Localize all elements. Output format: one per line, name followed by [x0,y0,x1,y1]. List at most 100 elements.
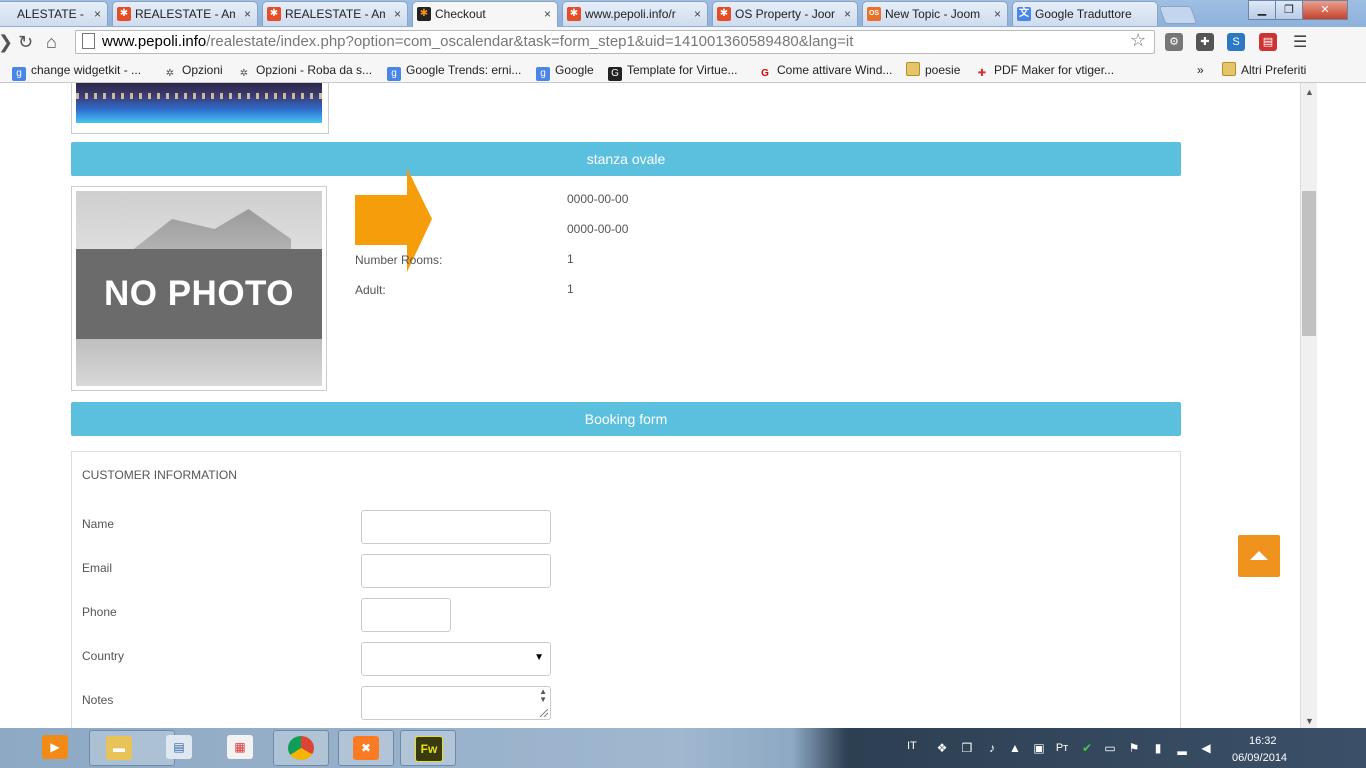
no-photo-text: NO PHOTO [76,249,322,339]
page-viewport: stanza ovale NO PHOTO 0000-00-00 0000-00… [0,83,1300,728]
tab-7[interactable]: OS New Topic - Joom × [862,1,1008,26]
chrome-icon [288,736,314,760]
control-panel-button[interactable]: ▤ [152,730,208,766]
scroll-down-icon[interactable]: ▼ [1305,716,1314,726]
apps-button[interactable]: ▦ [213,730,269,766]
customer-information-heading: CUSTOMER INFORMATION [82,468,237,482]
tab-6[interactable]: ✱ OS Property - Joor × [712,1,858,26]
no-photo-image: NO PHOTO [76,191,322,386]
forward-icon[interactable]: ❯ [0,32,13,52]
window-close-icon[interactable]: ✕ [1302,0,1348,20]
tab-label: ALESTATE - Am [17,7,85,21]
dropbox-icon[interactable]: ❒ [960,741,974,755]
apps-icon: ▦ [227,735,253,759]
tab-2[interactable]: ✱ REALESTATE - Am × [112,1,258,26]
pt-icon[interactable]: Pт [1055,741,1069,755]
scroll-thumb[interactable] [1302,191,1316,336]
country-select[interactable]: ▼ [361,642,551,676]
s-extension-icon[interactable]: S [1227,33,1245,51]
page-scrollbar[interactable]: ▲ ▼ [1300,83,1318,728]
bookmark-item[interactable]: poesie [906,62,960,78]
extension-icon[interactable]: ⚙ [1165,33,1183,51]
browser-toolbar: ❯ ↻ ⌂ www.pepoli.info/realestate/index.p… [0,27,1366,58]
phone-input[interactable] [361,598,451,632]
bookmark-item[interactable]: g Google [536,62,594,81]
notes-textarea[interactable]: ▲ ▼ [361,686,551,720]
g-icon: G [608,67,622,81]
clock-date[interactable]: 06/09/2014 [1232,752,1287,764]
close-icon[interactable]: × [994,2,1001,26]
url-path: /realestate/index.php?option=com_oscalen… [206,33,854,50]
bookmark-item[interactable]: ✲ Opzioni [163,62,223,81]
restore-icon[interactable]: ❐ [1275,0,1303,20]
back-to-top-button[interactable] [1238,535,1280,577]
tab-label: OS Property - Joor [735,7,835,21]
menu-icon[interactable]: ☰ [1293,32,1307,52]
other-bookmarks[interactable]: Altri Preferiti [1222,62,1306,78]
bell-icon[interactable]: ♪ [985,741,999,755]
reload-icon[interactable]: ↻ [18,32,33,52]
tab-label: Google Traduttore [1035,7,1132,21]
volume-icon[interactable]: ◀ [1199,741,1213,755]
monitor-icon[interactable]: ▭ [1103,741,1117,755]
booking-form-bar: Booking form [71,402,1181,436]
address-bar[interactable]: www.pepoli.info/realestate/index.php?opt… [75,30,1155,54]
puzzle-icon[interactable]: ✚ [1196,33,1214,51]
tab-label: REALESTATE - Am [285,7,385,21]
network-share-icon[interactable]: ▣ [1032,741,1046,755]
clock-time[interactable]: 16:32 [1249,735,1277,747]
fireworks-button[interactable]: Fw [400,730,456,766]
minimize-icon[interactable]: ▁ [1248,0,1276,20]
bookmark-item[interactable]: G Come attivare Wind... [758,62,892,81]
tray-app-icon[interactable]: ❖ [935,741,949,755]
bookmark-item[interactable]: g change widgetkit - ... [12,62,141,81]
right-gap [1317,83,1366,728]
bookmark-item[interactable]: G Template for Virtue... [608,62,738,81]
pdf-extension-icon[interactable]: ▤ [1259,33,1277,51]
new-tab-button[interactable] [1158,6,1198,24]
joomla-icon: ✱ [567,7,581,21]
bookmark-label: Google Trends: erni... [406,63,522,77]
room-title-bar: stanza ovale [71,142,1181,176]
bookmark-label: Google [555,63,594,77]
close-icon[interactable]: × [394,2,401,26]
tab-5[interactable]: ✱ www.pepoli.info/r × [562,1,708,26]
bookmark-item[interactable]: g Google Trends: erni... [387,62,521,81]
tab-label: Checkout [435,7,486,21]
email-input[interactable] [361,554,551,588]
bookmarks-overflow-button[interactable]: » [1197,62,1204,78]
tab-3[interactable]: ✱ REALESTATE - Am × [262,1,408,26]
number-rooms-value: 1 [567,252,574,266]
scroll-up-icon[interactable]: ▲ [1305,87,1314,97]
tab-8[interactable]: 文 Google Traduttore [1012,1,1158,26]
tab-1[interactable]: ALESTATE - Am × [0,1,108,26]
resize-grip-icon[interactable] [540,709,548,717]
room-photo: NO PHOTO [71,186,327,391]
name-input[interactable] [361,510,551,544]
window-controls: ▁ ❐ ✕ [1248,0,1348,20]
close-icon[interactable]: × [244,2,251,26]
bookmark-item[interactable]: ✲ Opzioni - Roba da s... [237,62,372,81]
home-icon[interactable]: ⌂ [46,32,57,52]
bookmark-item[interactable]: ✚ PDF Maker for vtiger... [975,62,1114,81]
media-player-button[interactable]: ▶ [28,730,80,766]
close-icon[interactable]: × [694,2,701,26]
bookmark-label: change widgetkit - ... [31,63,142,77]
close-icon[interactable]: × [94,2,101,26]
xampp-button[interactable]: ✖ [338,730,394,766]
tab-checkout[interactable]: ✱ Checkout × [412,1,558,27]
close-icon[interactable]: × [544,2,551,26]
power-icon[interactable]: ▮ [1151,741,1165,755]
signal-icon[interactable]: ▂ [1175,741,1189,755]
drive-icon[interactable]: ▲ [1008,741,1022,755]
checkmark-icon[interactable]: ✔ [1080,741,1094,755]
previous-room-photo [71,83,329,134]
star-icon[interactable]: ☆ [1130,30,1146,51]
control-panel-icon: ▤ [166,735,192,759]
flag-icon[interactable]: ⚑ [1127,741,1141,755]
close-icon[interactable]: × [844,2,851,26]
chrome-button[interactable] [273,730,329,766]
tab-label: www.pepoli.info/r [585,7,676,21]
google-icon: g [387,67,401,81]
language-indicator[interactable]: IT [907,740,917,752]
